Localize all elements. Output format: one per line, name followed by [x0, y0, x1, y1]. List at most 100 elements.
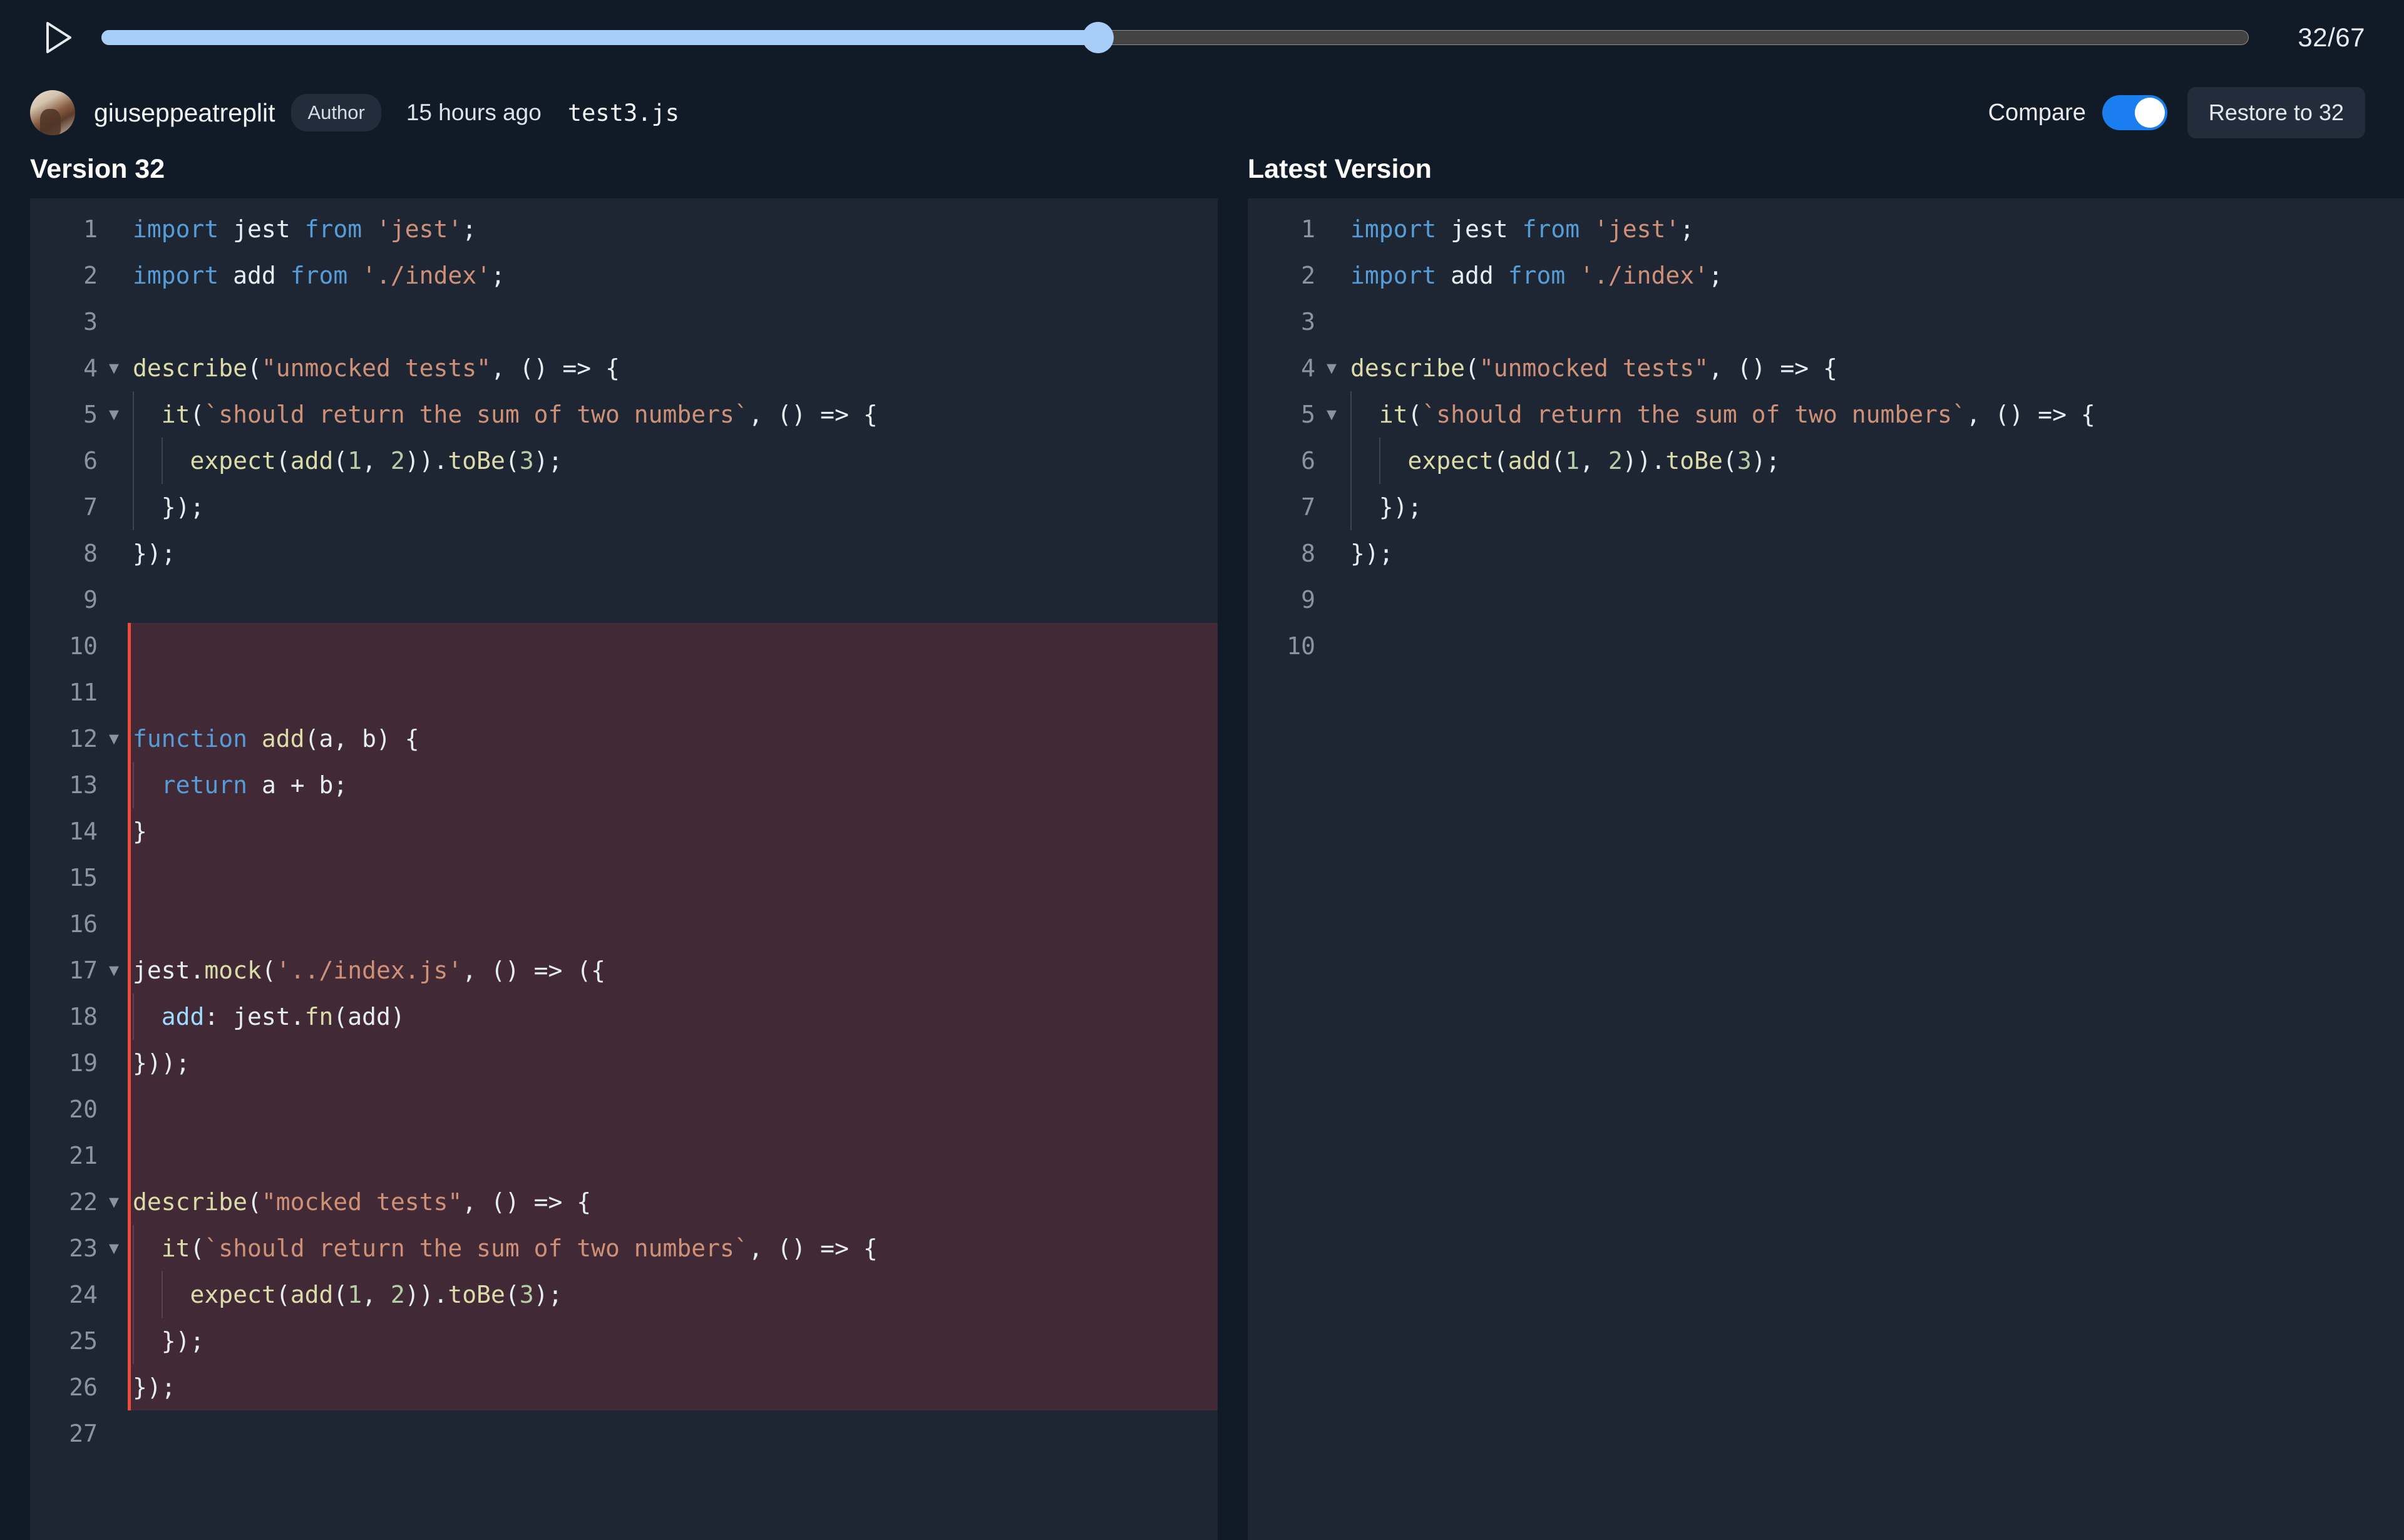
code-text[interactable]: });: [128, 530, 1218, 577]
fold-arrow-icon[interactable]: ▼: [100, 1225, 128, 1271]
fold-arrow-icon[interactable]: ▼: [100, 947, 128, 993]
code-text[interactable]: });: [128, 1364, 1218, 1410]
code-line[interactable]: 12▼function add(a, b) {: [30, 716, 1218, 762]
code-line[interactable]: 15: [30, 855, 1218, 901]
indent-guide: [1350, 438, 1352, 484]
version-slider[interactable]: [101, 18, 2249, 58]
code-text[interactable]: [128, 1086, 1218, 1132]
play-button[interactable]: [39, 18, 79, 58]
code-text[interactable]: [128, 577, 1218, 623]
code-line[interactable]: 6 expect(add(1, 2)).toBe(3);: [30, 438, 1218, 484]
left-code-editor[interactable]: 1import jest from 'jest';2import add fro…: [30, 198, 1218, 1540]
fold-arrow-icon[interactable]: ▼: [100, 345, 128, 391]
code-line[interactable]: 23▼ it(`should return the sum of two num…: [30, 1225, 1218, 1271]
code-line[interactable]: 18 add: jest.fn(add): [30, 993, 1218, 1040]
restore-button[interactable]: Restore to 32: [2187, 87, 2365, 138]
code-line[interactable]: 2import add from './index';: [30, 252, 1218, 299]
code-line[interactable]: 5▼ it(`should return the sum of two numb…: [1248, 391, 2404, 438]
code-text[interactable]: describe("unmocked tests", () => {: [128, 345, 1218, 391]
code-line[interactable]: 17▼jest.mock('../index.js', () => ({: [30, 947, 1218, 993]
compare-toggle[interactable]: [2102, 95, 2167, 130]
code-text[interactable]: jest.mock('../index.js', () => ({: [128, 947, 1218, 993]
code-text[interactable]: expect(add(1, 2)).toBe(3);: [128, 438, 1218, 484]
code-text[interactable]: it(`should return the sum of two numbers…: [1345, 391, 2404, 438]
code-token: ): [391, 1003, 405, 1030]
code-line[interactable]: 21: [30, 1132, 1218, 1179]
code-text[interactable]: [128, 1132, 1218, 1179]
code-text[interactable]: [128, 1410, 1218, 1457]
code-text[interactable]: import jest from 'jest';: [1345, 206, 2404, 252]
code-text[interactable]: describe("unmocked tests", () => {: [1345, 345, 2404, 391]
code-line[interactable]: 26});: [30, 1364, 1218, 1410]
code-text[interactable]: });: [128, 1318, 1218, 1364]
code-text[interactable]: [128, 299, 1218, 345]
fold-arrow-icon[interactable]: ▼: [100, 716, 128, 762]
code-token: , () => {: [491, 354, 620, 382]
code-text[interactable]: });: [128, 484, 1218, 530]
code-line[interactable]: 24 expect(add(1, 2)).toBe(3);: [30, 1271, 1218, 1318]
code-text[interactable]: }: [128, 808, 1218, 855]
code-text[interactable]: [1345, 577, 2404, 623]
code-text[interactable]: describe("mocked tests", () => {: [128, 1179, 1218, 1225]
line-number: 8: [1248, 530, 1318, 577]
fold-arrow-icon[interactable]: ▼: [1318, 345, 1345, 391]
timeline-toolbar: 32/67: [0, 0, 2404, 75]
code-line[interactable]: 8});: [30, 530, 1218, 577]
code-line[interactable]: 3: [30, 299, 1218, 345]
code-text[interactable]: [128, 901, 1218, 947]
code-line[interactable]: 4▼describe("unmocked tests", () => {: [1248, 345, 2404, 391]
code-token: [1436, 262, 1451, 289]
code-text[interactable]: expect(add(1, 2)).toBe(3);: [1345, 438, 2404, 484]
code-token: [133, 1003, 162, 1030]
code-line[interactable]: 11: [30, 669, 1218, 716]
slider-thumb[interactable]: [1082, 22, 1114, 53]
fold-spacer: [100, 438, 128, 484]
code-text[interactable]: [128, 623, 1218, 669]
code-line[interactable]: 6 expect(add(1, 2)).toBe(3);: [1248, 438, 2404, 484]
code-text[interactable]: [1345, 623, 2404, 669]
code-line[interactable]: 25 });: [30, 1318, 1218, 1364]
code-line[interactable]: 9: [1248, 577, 2404, 623]
code-line[interactable]: 10: [1248, 623, 2404, 669]
code-line[interactable]: 3: [1248, 299, 2404, 345]
code-line[interactable]: 1 import jest from 'jest';: [1248, 206, 2404, 252]
fold-arrow-icon[interactable]: ▼: [1318, 391, 1345, 438]
line-number: 1: [1248, 206, 1318, 252]
code-text[interactable]: it(`should return the sum of two numbers…: [128, 391, 1218, 438]
right-code-editor[interactable]: 1 import jest from 'jest';2import add fro…: [1248, 198, 2404, 1540]
code-text[interactable]: import add from './index';: [1345, 252, 2404, 299]
code-line[interactable]: 20: [30, 1086, 1218, 1132]
code-line[interactable]: 9: [30, 577, 1218, 623]
code-line[interactable]: 27: [30, 1410, 1218, 1457]
code-text[interactable]: [1345, 299, 2404, 345]
code-line[interactable]: 5▼ it(`should return the sum of two numb…: [30, 391, 1218, 438]
code-text[interactable]: import jest from 'jest';: [128, 206, 1218, 252]
code-line[interactable]: 13 return a + b;: [30, 762, 1218, 808]
code-line[interactable]: 2import add from './index';: [1248, 252, 2404, 299]
code-token: [133, 771, 162, 799]
code-token: 'jest': [1594, 215, 1680, 243]
code-text[interactable]: [128, 669, 1218, 716]
fold-arrow-icon[interactable]: ▼: [100, 391, 128, 438]
code-text[interactable]: [128, 855, 1218, 901]
code-line[interactable]: 7 });: [1248, 484, 2404, 530]
code-line[interactable]: 7 });: [30, 484, 1218, 530]
code-text[interactable]: return a + b;: [128, 762, 1218, 808]
code-text[interactable]: expect(add(1, 2)).toBe(3);: [128, 1271, 1218, 1318]
code-text[interactable]: import add from './index';: [128, 252, 1218, 299]
code-text[interactable]: }));: [128, 1040, 1218, 1086]
code-text[interactable]: add: jest.fn(add): [128, 993, 1218, 1040]
code-line[interactable]: 8});: [1248, 530, 2404, 577]
code-line[interactable]: 19}));: [30, 1040, 1218, 1086]
code-text[interactable]: it(`should return the sum of two numbers…: [128, 1225, 1218, 1271]
code-line[interactable]: 1import jest from 'jest';: [30, 206, 1218, 252]
code-line[interactable]: 4▼describe("unmocked tests", () => {: [30, 345, 1218, 391]
code-line[interactable]: 16: [30, 901, 1218, 947]
fold-arrow-icon[interactable]: ▼: [100, 1179, 128, 1225]
code-text[interactable]: });: [1345, 484, 2404, 530]
code-text[interactable]: });: [1345, 530, 2404, 577]
code-line[interactable]: 14}: [30, 808, 1218, 855]
code-text[interactable]: function add(a, b) {: [128, 716, 1218, 762]
code-line[interactable]: 10: [30, 623, 1218, 669]
code-line[interactable]: 22▼describe("mocked tests", () => {: [30, 1179, 1218, 1225]
